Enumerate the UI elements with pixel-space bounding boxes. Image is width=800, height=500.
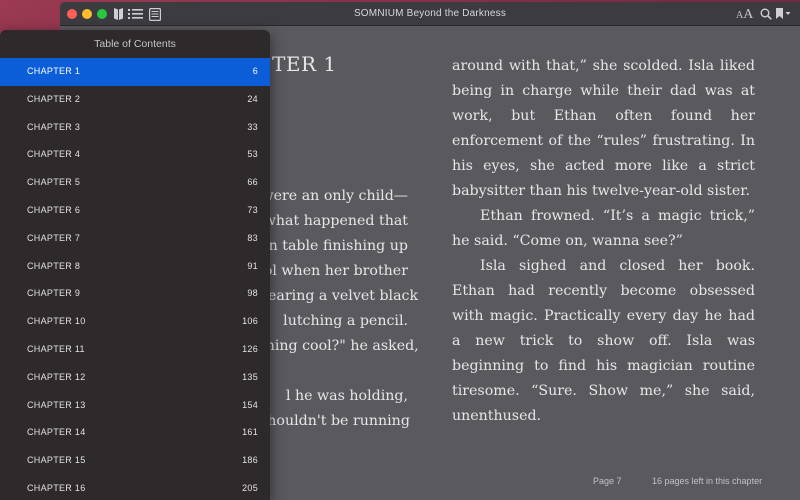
font-size-large-label: A [743,7,754,22]
toc-item-chapter-12[interactable]: CHAPTER 12 135 [0,364,270,392]
text-line: vearing a velvet black [260,288,419,304]
library-icon[interactable] [112,7,124,21]
toc-item-label: CHAPTER 9 [27,288,81,299]
toc-item-page-number: 205 [242,482,258,493]
toc-item-label: CHAPTER 10 [27,316,86,327]
toc-item-chapter-10[interactable]: CHAPTER 10 106 [0,308,270,336]
toc-item-page-number: 53 [247,149,258,160]
toc-item-chapter-3[interactable]: CHAPTER 3 33 [0,114,270,142]
toc-item-label: CHAPTER 2 [27,93,81,104]
toc-item-label: CHAPTER 5 [27,177,81,188]
text-line [260,359,408,384]
font-size-button[interactable]: AA [736,7,753,23]
toc-item-label: CHAPTER 16 [27,482,86,493]
toc-item-chapter-2[interactable]: CHAPTER 2 24 [0,86,270,114]
title-bar: SOMNIUM Beyond the Darkness AA [60,2,800,26]
toc-heading: Table of Contents [94,38,176,50]
toc-item-page-number: 135 [242,371,258,382]
bookmark-icon[interactable] [775,7,791,21]
text-line: en table finishing up [260,238,408,254]
toc-item-chapter-6[interactable]: CHAPTER 6 73 [0,197,270,225]
toc-item-chapter-14[interactable]: CHAPTER 14 161 [0,419,270,447]
toc-item-page-number: 83 [247,232,258,243]
toc-item-chapter-9[interactable]: CHAPTER 9 98 [0,280,270,308]
toc-item-label: CHAPTER 15 [27,455,86,466]
toc-item-page-number: 66 [247,177,258,188]
chapter-heading: TER 1 [272,52,337,76]
search-icon[interactable] [759,7,772,21]
text-line: what happened that [263,213,408,229]
text-line: were an only child— [261,188,408,204]
text-line: thing cool?" he asked, [260,338,419,354]
toc-item-page-number: 126 [242,343,258,354]
toc-item-label: CHAPTER 6 [27,204,81,215]
left-page-text: were an only child— what happened that e… [260,184,419,434]
table-of-contents-popover: Table of Contents CHAPTER 1 6 CHAPTER 2 24 C… [0,30,270,500]
toc-item-label: CHAPTER 3 [27,121,81,132]
toc-item-chapter-11[interactable]: CHAPTER 11 126 [0,336,270,364]
notes-icon[interactable] [148,7,161,21]
toc-item-page-number: 91 [247,260,258,271]
text-line: shouldn't be running [260,413,410,429]
table-of-contents-icon[interactable] [127,7,143,21]
minimize-window-button[interactable] [82,9,92,19]
page-number: Page 7 [593,476,622,486]
text-line: ol when her brother [263,263,408,279]
toc-item-chapter-5[interactable]: CHAPTER 5 66 [0,169,270,197]
toc-item-label: CHAPTER 13 [27,399,86,410]
toc-item-page-number: 73 [247,204,258,215]
toc-item-label: CHAPTER 11 [27,343,85,354]
toc-item-page-number: 161 [242,427,258,438]
toc-item-page-number: 24 [247,93,258,104]
toc-item-chapter-15[interactable]: CHAPTER 15 186 [0,447,270,475]
toc-item-chapter-16[interactable]: CHAPTER 16 205 [0,475,270,500]
toc-item-page-number: 6 [252,66,258,76]
paragraph: around with that,” she scolded. Isla lik… [452,58,755,199]
toc-item-page-number: 33 [247,121,258,132]
book-title: SOMNIUM Beyond the Darkness [353,8,507,19]
pages-left-label: 16 pages left in this chapter [652,476,763,486]
paragraph: Ethan frowned. “It’s a magic trick,” he … [452,208,755,249]
paragraph: Isla sighed and closed her book. Ethan h… [452,258,755,424]
zoom-window-button[interactable] [97,9,107,19]
toc-item-label: CHAPTER 12 [27,371,86,382]
toc-item-chapter-1[interactable]: CHAPTER 1 6 [0,58,270,86]
toc-item-page-number: 98 [247,288,258,299]
toc-item-label: CHAPTER 1 [27,66,81,76]
toc-item-chapter-7[interactable]: CHAPTER 7 83 [0,225,270,253]
toc-item-label: CHAPTER 8 [27,260,81,271]
toc-item-chapter-13[interactable]: CHAPTER 13 154 [0,392,270,420]
toc-item-chapter-8[interactable]: CHAPTER 8 91 [0,253,270,281]
toc-item-page-number: 154 [242,399,258,410]
toc-item-page-number: 106 [242,316,258,327]
toc-item-label: CHAPTER 14 [27,427,86,438]
toc-item-label: CHAPTER 7 [27,232,81,243]
toc-item-chapter-4[interactable]: CHAPTER 4 53 [0,141,270,169]
toc-list: CHAPTER 1 6 CHAPTER 2 24 CHAPTER 3 33 CHAPTER … [0,58,270,500]
right-page-text: around with that,” she scolded. Isla lik… [452,54,755,429]
close-window-button[interactable] [67,9,77,19]
text-line: lutching a pencil. [283,313,408,329]
toc-item-page-number: 186 [242,455,258,466]
toc-item-label: CHAPTER 4 [27,149,81,160]
text-line: l he was holding, [285,388,408,404]
